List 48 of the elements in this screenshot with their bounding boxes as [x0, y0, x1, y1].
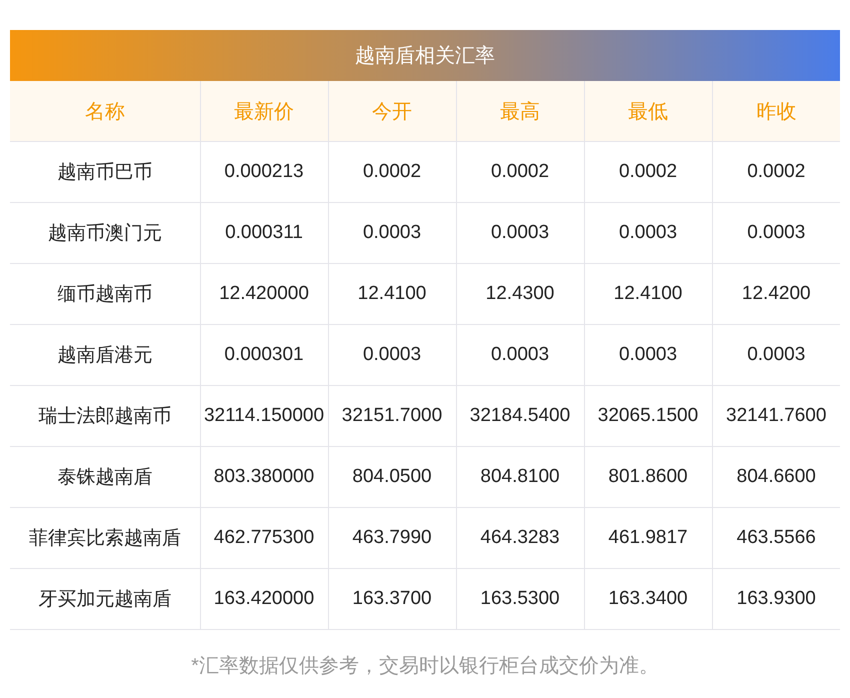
table-cell: 越南币澳门元: [10, 202, 200, 264]
table-cell: 32184.5400: [456, 386, 584, 446]
table-cell: 缅币越南币: [10, 264, 200, 324]
table-cell: 越南盾港元: [10, 324, 200, 386]
column-header: 最低: [584, 81, 712, 142]
table-cell: 804.8100: [456, 446, 584, 508]
column-header: 最高: [456, 81, 584, 142]
table-cell: 163.5300: [456, 568, 584, 630]
table-cell: 12.420000: [200, 264, 328, 324]
table-cell: 0.000311: [200, 202, 328, 264]
table-cell: 菲律宾比索越南盾: [10, 508, 200, 568]
table-cell: 803.380000: [200, 446, 328, 508]
column-header: 最新价: [200, 81, 328, 142]
column-header: 昨收: [712, 81, 840, 142]
table-cell: 牙买加元越南盾: [10, 568, 200, 630]
table-cell: 0.0003: [456, 202, 584, 264]
column-header: 名称: [10, 81, 200, 142]
table-cell: 越南币巴币: [10, 142, 200, 202]
table-cell: 12.4300: [456, 264, 584, 324]
table-cell: 0.0003: [456, 324, 584, 386]
table-cell: 464.3283: [456, 508, 584, 568]
table-cell: 163.3700: [328, 568, 456, 630]
table-cell: 32114.150000: [200, 386, 328, 446]
table-title: 越南盾相关汇率: [10, 30, 840, 81]
table-cell: 12.4100: [328, 264, 456, 324]
table-cell: 12.4100: [584, 264, 712, 324]
table-cell: 0.0002: [584, 142, 712, 202]
table-cell: 泰铢越南盾: [10, 446, 200, 508]
table-cell: 0.000301: [200, 324, 328, 386]
table-cell: 461.9817: [584, 508, 712, 568]
table-cell: 801.8600: [584, 446, 712, 508]
table-cell: 462.775300: [200, 508, 328, 568]
table-cell: 0.0003: [328, 324, 456, 386]
table-cell: 0.0003: [328, 202, 456, 264]
table-cell: 0.0002: [456, 142, 584, 202]
table-cell: 32151.7000: [328, 386, 456, 446]
table-cell: 163.420000: [200, 568, 328, 630]
table-cell: 0.0003: [584, 324, 712, 386]
table-cell: 0.000213: [200, 142, 328, 202]
table-cell: 瑞士法郎越南币: [10, 386, 200, 446]
column-header: 今开: [328, 81, 456, 142]
table-cell: 804.0500: [328, 446, 456, 508]
table-cell: 463.7990: [328, 508, 456, 568]
table-cell: 163.3400: [584, 568, 712, 630]
footnote: *汇率数据仅供参考，交易时以银行柜台成交价为准。: [190, 654, 660, 679]
table-cell: 0.0003: [584, 202, 712, 264]
table-cell: 0.0002: [328, 142, 456, 202]
table-cell: 32065.1500: [584, 386, 712, 446]
